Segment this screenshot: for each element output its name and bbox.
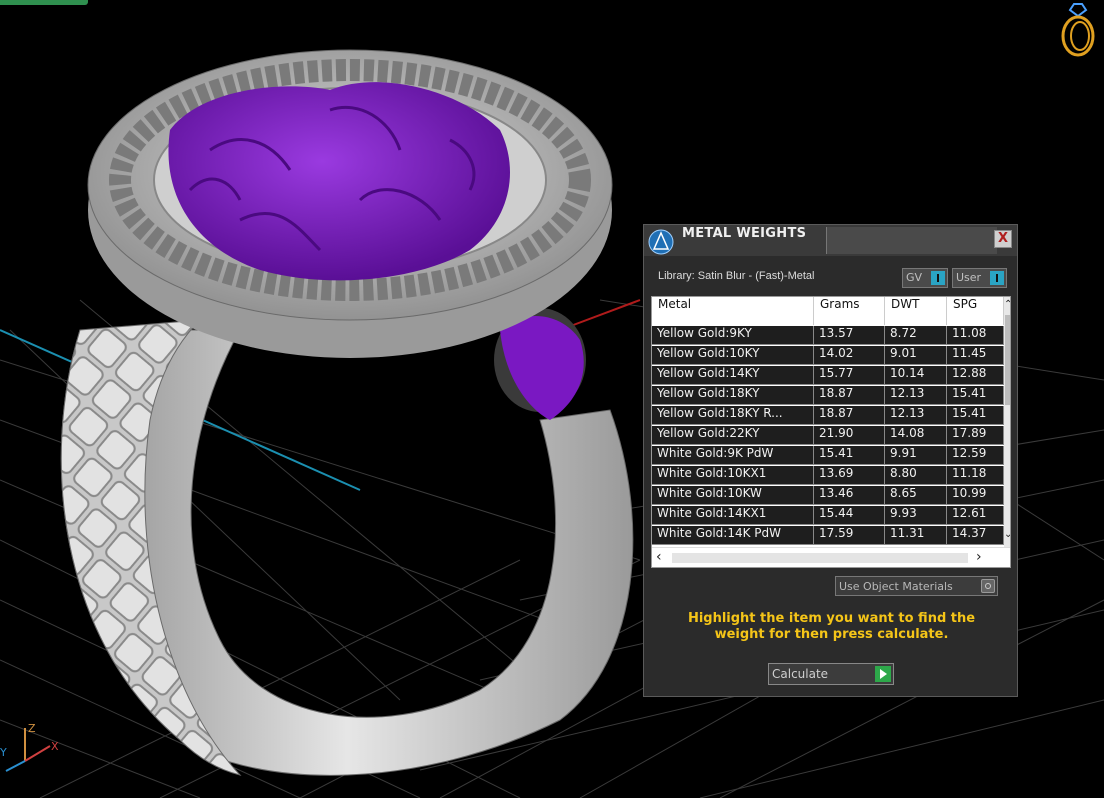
table-row[interactable]: Yellow Gold:10KY 14.02 9.01 11.45	[652, 346, 1004, 366]
table-row[interactable]: Yellow Gold:9KY 13.57 8.72 11.08	[652, 326, 1004, 346]
ring-logo-icon	[1061, 3, 1095, 57]
cell-spg: 15.41	[947, 386, 1004, 405]
cell-grams: 13.46	[814, 486, 885, 505]
table-row[interactable]: White Gold:10KX1 13.69 8.80 11.18	[652, 466, 1004, 486]
axis-triad-icon: Z X Y	[0, 722, 59, 772]
cell-spg: 10.99	[947, 486, 1004, 505]
cell-spg: 15.41	[947, 406, 1004, 425]
cell-metal: White Gold:14K PdW	[652, 526, 814, 545]
cell-grams: 17.59	[814, 526, 885, 545]
cell-metal: Yellow Gold:18KY R...	[652, 406, 814, 425]
cell-dwt: 12.13	[885, 386, 947, 405]
scroll-down-icon[interactable]: ⌄	[1004, 529, 1010, 543]
user-toggle[interactable]: User	[952, 268, 1007, 288]
cell-metal: Yellow Gold:9KY	[652, 326, 814, 345]
cell-grams: 15.77	[814, 366, 885, 385]
column-header-metal[interactable]: Metal	[652, 297, 814, 325]
gv-toggle-label: GV	[906, 271, 923, 284]
cell-metal: Yellow Gold:22KY	[652, 426, 814, 445]
cell-dwt: 9.93	[885, 506, 947, 525]
cell-metal: Yellow Gold:10KY	[652, 346, 814, 365]
scroll-left-icon[interactable]: ‹	[656, 549, 662, 565]
scroll-up-icon[interactable]: ⌃	[1004, 299, 1010, 313]
scroll-thumb[interactable]	[1005, 315, 1010, 405]
cell-dwt: 9.01	[885, 346, 947, 365]
calculate-button[interactable]: Calculate	[768, 663, 894, 685]
cell-grams: 14.02	[814, 346, 885, 365]
scroll-track[interactable]	[672, 553, 968, 563]
cell-spg: 11.08	[947, 326, 1004, 345]
cell-metal: White Gold:14KX1	[652, 506, 814, 525]
cell-grams: 13.57	[814, 326, 885, 345]
library-label: Library: Satin Blur - (Fast)-Metal	[658, 270, 815, 282]
viewport-tab[interactable]	[0, 0, 88, 5]
metal-weights-dialog: METAL WEIGHTS X Library: Satin Blur - (F…	[643, 224, 1018, 697]
cell-dwt: 8.80	[885, 466, 947, 485]
vertical-scrollbar[interactable]: ⌃ ⌄	[1004, 297, 1010, 547]
cell-grams: 15.44	[814, 506, 885, 525]
table-header: Metal Grams DWT SPG	[652, 297, 1004, 325]
column-header-spg[interactable]: SPG	[947, 297, 1004, 325]
toggle-switch-icon	[931, 271, 945, 285]
calculate-label: Calculate	[772, 667, 829, 681]
matrix-logo-icon	[648, 229, 674, 255]
table-row[interactable]: Yellow Gold:22KY 21.90 14.08 17.89	[652, 426, 1004, 446]
axis-y-label: Y	[0, 746, 7, 759]
cell-spg: 17.89	[947, 426, 1004, 445]
cell-grams: 21.90	[814, 426, 885, 445]
cell-dwt: 8.65	[885, 486, 947, 505]
table-row[interactable]: White Gold:14KX1 15.44 9.93 12.61	[652, 506, 1004, 526]
cell-dwt: 12.13	[885, 406, 947, 425]
table-row[interactable]: Yellow Gold:18KY 18.87 12.13 15.41	[652, 386, 1004, 406]
cell-dwt: 11.31	[885, 526, 947, 545]
cell-dwt: 9.91	[885, 446, 947, 465]
cell-spg: 12.61	[947, 506, 1004, 525]
toggle-switch-icon	[990, 271, 1004, 285]
metal-table[interactable]: Metal Grams DWT SPG Yellow Gold:9KY 13.57…	[651, 296, 1011, 568]
cell-metal: White Gold:10KW	[652, 486, 814, 505]
use-object-materials-option[interactable]: Use Object Materials	[835, 576, 998, 596]
radio-icon[interactable]	[981, 579, 995, 593]
instruction-text: Highlight the item you want to find the …	[687, 611, 976, 642]
scroll-right-icon[interactable]: ›	[976, 549, 982, 565]
horizontal-scrollbar[interactable]: ‹ ›	[652, 547, 1010, 567]
table-row[interactable]: White Gold:10KW 13.46 8.65 10.99	[652, 486, 1004, 506]
column-header-grams[interactable]: Grams	[814, 297, 885, 325]
close-button[interactable]: X	[994, 230, 1012, 248]
cell-metal: White Gold:9K PdW	[652, 446, 814, 465]
cell-metal: White Gold:10KX1	[652, 466, 814, 485]
table-row[interactable]: White Gold:9K PdW 15.41 9.91 12.59	[652, 446, 1004, 466]
cell-spg: 11.45	[947, 346, 1004, 365]
title-tab-area	[826, 227, 997, 254]
cell-metal: Yellow Gold:14KY	[652, 366, 814, 385]
cell-spg: 11.18	[947, 466, 1004, 485]
cell-metal: Yellow Gold:18KY	[652, 386, 814, 405]
cell-spg: 14.37	[947, 526, 1004, 545]
play-icon[interactable]	[875, 666, 891, 682]
table-row[interactable]: Yellow Gold:18KY R... 18.87 12.13 15.41	[652, 406, 1004, 426]
cell-spg: 12.88	[947, 366, 1004, 385]
cell-spg: 12.59	[947, 446, 1004, 465]
cell-dwt: 10.14	[885, 366, 947, 385]
cell-dwt: 8.72	[885, 326, 947, 345]
use-object-materials-label: Use Object Materials	[839, 580, 953, 593]
cell-grams: 18.87	[814, 406, 885, 425]
cell-grams: 15.41	[814, 446, 885, 465]
gv-toggle[interactable]: GV	[902, 268, 948, 288]
column-header-dwt[interactable]: DWT	[885, 297, 947, 325]
cell-grams: 13.69	[814, 466, 885, 485]
table-body: Yellow Gold:9KY 13.57 8.72 11.08 Yellow Gold…	[652, 326, 1004, 546]
table-row[interactable]: Yellow Gold:14KY 15.77 10.14 12.88	[652, 366, 1004, 386]
axis-x-label: X	[51, 740, 59, 753]
dialog-titlebar[interactable]: METAL WEIGHTS X	[644, 225, 1017, 256]
user-toggle-label: User	[956, 271, 982, 284]
cell-dwt: 14.08	[885, 426, 947, 445]
cell-grams: 18.87	[814, 386, 885, 405]
axis-z-label: Z	[28, 722, 36, 735]
dialog-title: METAL WEIGHTS	[682, 226, 807, 241]
table-row[interactable]: White Gold:14K PdW 17.59 11.31 14.37	[652, 526, 1004, 546]
